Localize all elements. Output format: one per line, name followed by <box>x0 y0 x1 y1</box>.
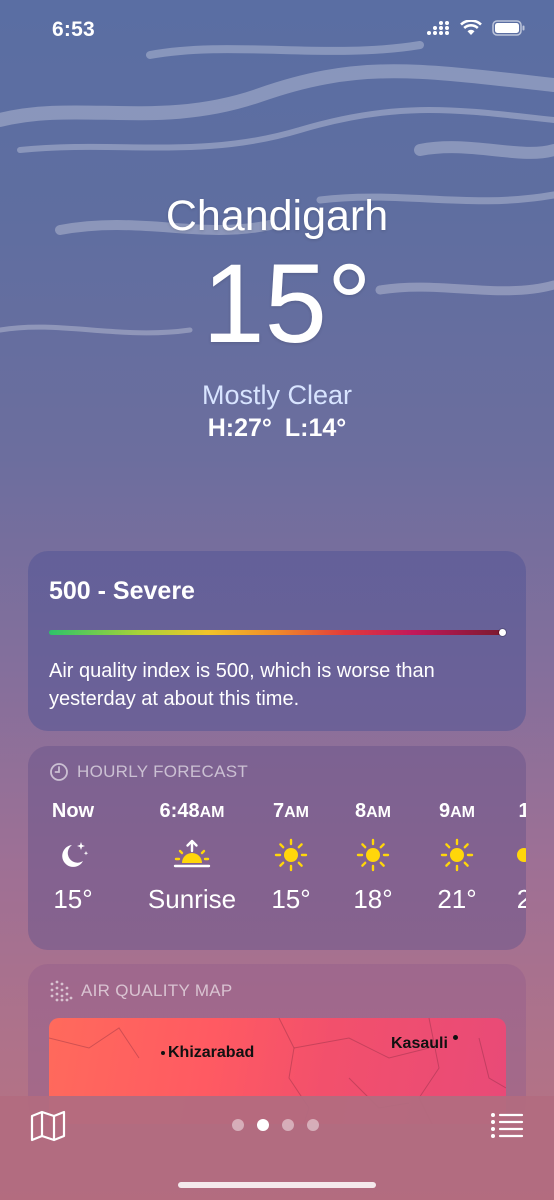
sun-icon <box>440 838 474 872</box>
hourly-forecast-header: HOURLY FORECAST <box>49 762 248 782</box>
page-indicator[interactable] <box>232 1119 319 1131</box>
hour-temperature: Sunrise <box>147 884 237 914</box>
current-temperature: 15° <box>202 241 372 366</box>
hour-item: 6:48AM Sunrise <box>136 800 248 915</box>
battery-icon <box>492 20 525 36</box>
high-low-temperature: H:27° L:14° <box>207 414 347 442</box>
hour-item: 1 2 <box>494 800 526 915</box>
wifi-icon <box>460 20 482 35</box>
map-icon[interactable] <box>30 1110 66 1142</box>
sun-icon <box>356 838 390 872</box>
status-icons <box>426 20 526 36</box>
location-name: Chandigarh <box>165 192 389 240</box>
page-dot[interactable] <box>307 1119 319 1131</box>
aqi-dots-icon <box>50 980 73 1002</box>
sun-icon <box>517 848 526 862</box>
hourly-scroller[interactable]: Now 15° 6:48AM Sunrise 7AM 15° 8AM 18° 9… <box>28 800 526 940</box>
hour-item: Now 15° <box>28 800 118 915</box>
page-dot-active[interactable] <box>257 1119 269 1131</box>
moon-stars-icon <box>62 842 89 867</box>
aqi-value: 500 - Severe <box>49 577 195 605</box>
hour-item: 8AM 18° <box>328 800 418 915</box>
aqi-indicator-dot <box>499 629 506 636</box>
hour-time: 6:48AM <box>159 800 225 822</box>
map-place-label: Kasauli <box>391 1035 458 1053</box>
air-quality-map-header: AIR QUALITY MAP <box>49 980 233 1002</box>
hourly-forecast-title: HOURLY FORECAST <box>77 762 249 781</box>
air-quality-map-title: AIR QUALITY MAP <box>81 981 233 1000</box>
hour-time: 8AM <box>354 800 391 822</box>
page-dot[interactable] <box>232 1119 244 1131</box>
air-quality-card[interactable]: 500 - Severe Air quality index is 500, w… <box>28 551 526 731</box>
hour-temperature: 15° <box>53 884 93 914</box>
hour-time: 9AM <box>438 800 475 822</box>
clock-icon <box>50 763 68 781</box>
aqi-description: Air quality index is 500, which is worse… <box>49 660 435 710</box>
list-icon[interactable] <box>490 1112 524 1140</box>
weather-condition: Mostly Clear <box>201 380 353 410</box>
status-bar: 6:53 <box>0 0 554 60</box>
hourly-forecast-card[interactable]: HOURLY FORECAST Now 15° 6:48AM Sunrise 7… <box>28 746 526 950</box>
hour-time: Now <box>51 800 95 822</box>
page-dot[interactable] <box>282 1119 294 1131</box>
hour-item: 7AM 15° <box>246 800 336 915</box>
status-time: 6:53 <box>52 18 95 41</box>
hour-item: 9AM 21° <box>412 800 502 915</box>
sunrise-icon <box>173 839 211 868</box>
hour-temperature: 15° <box>271 884 311 914</box>
map-place-label: Khizarabad <box>161 1044 254 1062</box>
cellular-signal-icon <box>427 21 449 35</box>
home-indicator[interactable] <box>178 1182 376 1188</box>
hour-temperature: 21° <box>437 884 477 914</box>
hour-temperature: 2 <box>516 884 526 914</box>
hour-time: 7AM <box>272 800 309 822</box>
sun-icon <box>274 838 308 872</box>
hour-temperature: 18° <box>353 884 393 914</box>
aqi-scale-bar <box>49 630 504 635</box>
hour-time: 1 <box>518 800 526 822</box>
